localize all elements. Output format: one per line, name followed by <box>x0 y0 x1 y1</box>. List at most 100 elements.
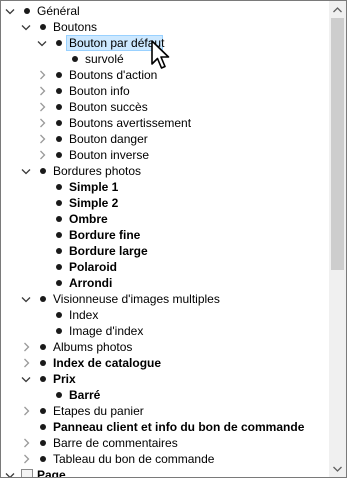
chevron-right-icon[interactable] <box>36 83 48 99</box>
tree-item-label: survolé <box>85 52 124 66</box>
tree-item-label: Général <box>37 4 80 18</box>
bullet-icon <box>40 296 46 302</box>
bullet-icon <box>40 24 46 30</box>
chevron-down-icon <box>333 466 342 472</box>
tree-item[interactable]: Boutons <box>1 19 329 35</box>
bullet-icon <box>56 184 62 190</box>
vertical-scrollbar[interactable] <box>329 1 346 477</box>
tree-item-label: Bouton danger <box>69 132 148 146</box>
chevron-right-icon[interactable] <box>36 147 48 163</box>
style-tree-panel: Général Boutons Bouton par défaut survolé Bo… <box>0 0 347 478</box>
tree-item[interactable]: Simple 1 <box>1 179 329 195</box>
tree-item[interactable]: Index <box>1 307 329 323</box>
tree-item-label: Simple 2 <box>69 196 119 210</box>
tree-item[interactable]: Visionneuse d'images multiples <box>1 291 329 307</box>
chevron-right-icon[interactable] <box>20 355 32 371</box>
tree-item[interactable]: Barré <box>1 387 329 403</box>
tree-item-label: Albums photos <box>53 340 133 354</box>
bullet-icon <box>40 440 46 446</box>
tree-item[interactable]: Bordure fine <box>1 227 329 243</box>
bullet-icon <box>56 152 62 158</box>
tree-item-label: Bordures photos <box>53 164 142 178</box>
chevron-down-icon[interactable] <box>36 35 48 51</box>
style-tree: Général Boutons Bouton par défaut survolé Bo… <box>1 3 329 478</box>
tree-item[interactable]: Etapes du panier <box>1 403 329 419</box>
bullet-icon <box>40 408 46 414</box>
tree-item-label: Barre de commentaires <box>53 436 178 450</box>
tree-item[interactable]: Albums photos <box>1 339 329 355</box>
scrollbar-thumb[interactable] <box>331 18 344 270</box>
tree-item-label: Barré <box>69 388 101 402</box>
tree-item[interactable]: Polaroid <box>1 259 329 275</box>
bullet-icon <box>72 56 78 62</box>
tree-item-label: Bouton succès <box>69 100 148 114</box>
chevron-right-icon[interactable] <box>20 403 32 419</box>
tree-item-label: Index <box>69 308 99 322</box>
bullet-icon <box>24 8 30 14</box>
chevron-right-icon[interactable] <box>36 67 48 83</box>
bullet-icon <box>56 104 62 110</box>
chevron-down-icon[interactable] <box>20 371 32 387</box>
tree-item-label: Bordure large <box>69 244 148 258</box>
tree-item-label: Prix <box>53 372 76 386</box>
tree-item-label: Bordure fine <box>69 228 141 242</box>
bullet-icon <box>56 88 62 94</box>
tree-item-label: Polaroid <box>69 260 118 274</box>
tree-item[interactable]: Bordure large <box>1 243 329 259</box>
tree-item[interactable]: Page <box>1 467 329 478</box>
tree-item[interactable]: Panneau client et info du bon de command… <box>1 419 329 435</box>
tree-item-label: Index de catalogue <box>53 356 162 370</box>
tree-item[interactable]: Général <box>1 3 329 19</box>
tree-item-label: Boutons avertissement <box>69 116 192 130</box>
chevron-down-icon[interactable] <box>20 291 32 307</box>
scroll-down-button[interactable] <box>329 460 346 477</box>
tree-item[interactable]: Boutons avertissement <box>1 115 329 131</box>
bullet-icon <box>56 392 62 398</box>
tree-item-label: Bouton info <box>69 84 130 98</box>
tree-item[interactable]: Ombre <box>1 211 329 227</box>
tree-item[interactable]: Simple 2 <box>1 195 329 211</box>
tree-item[interactable]: Arrondi <box>1 275 329 291</box>
tree-item-label: Page <box>37 468 66 478</box>
tree-item-label: Image d'index <box>69 324 144 338</box>
tree-item-label: Tableau du bon de commande <box>53 452 215 466</box>
mouse-pointer-icon <box>151 40 170 69</box>
tree-item-label: Ombre <box>69 212 108 226</box>
chevron-right-icon[interactable] <box>36 115 48 131</box>
tree-item[interactable]: Bouton info <box>1 83 329 99</box>
tree-item[interactable]: Bouton danger <box>1 131 329 147</box>
bullet-icon <box>40 376 46 382</box>
bullet-icon <box>56 280 62 286</box>
tree-item-label: Bouton inverse <box>69 148 150 162</box>
tree-item-label: Arrondi <box>69 276 113 290</box>
tree-item-label: Boutons d'action <box>69 68 158 82</box>
tree-item[interactable]: Image d'index <box>1 323 329 339</box>
chevron-right-icon[interactable] <box>20 451 32 467</box>
tree-item[interactable]: Prix <box>1 371 329 387</box>
chevron-down-icon[interactable] <box>4 3 16 19</box>
tree-item-label: Visionneuse d'images multiples <box>53 292 220 306</box>
tree-item[interactable]: Barre de commentaires <box>1 435 329 451</box>
chevron-down-icon[interactable] <box>20 163 32 179</box>
scroll-up-button[interactable] <box>329 1 346 18</box>
chevron-down-icon[interactable] <box>4 467 16 477</box>
chevron-right-icon[interactable] <box>20 339 32 355</box>
bullet-icon <box>40 344 46 350</box>
bullet-icon <box>56 328 62 334</box>
chevron-right-icon[interactable] <box>36 131 48 147</box>
chevron-right-icon[interactable] <box>36 99 48 115</box>
chevron-up-icon <box>333 6 342 12</box>
tree-item-label: Boutons <box>53 20 98 34</box>
tree-item[interactable]: Bordures photos <box>1 163 329 179</box>
tree-item[interactable]: Tableau du bon de commande <box>1 451 329 467</box>
chevron-right-icon[interactable] <box>20 435 32 451</box>
bullet-icon <box>56 232 62 238</box>
chevron-down-icon[interactable] <box>20 19 32 35</box>
bullet-icon <box>56 264 62 270</box>
bullet-icon <box>56 72 62 78</box>
tree-item-label: Etapes du panier <box>53 404 144 418</box>
bullet-icon <box>40 456 46 462</box>
tree-item[interactable]: Bouton inverse <box>1 147 329 163</box>
tree-item[interactable]: Bouton succès <box>1 99 329 115</box>
tree-item[interactable]: Index de catalogue <box>1 355 329 371</box>
